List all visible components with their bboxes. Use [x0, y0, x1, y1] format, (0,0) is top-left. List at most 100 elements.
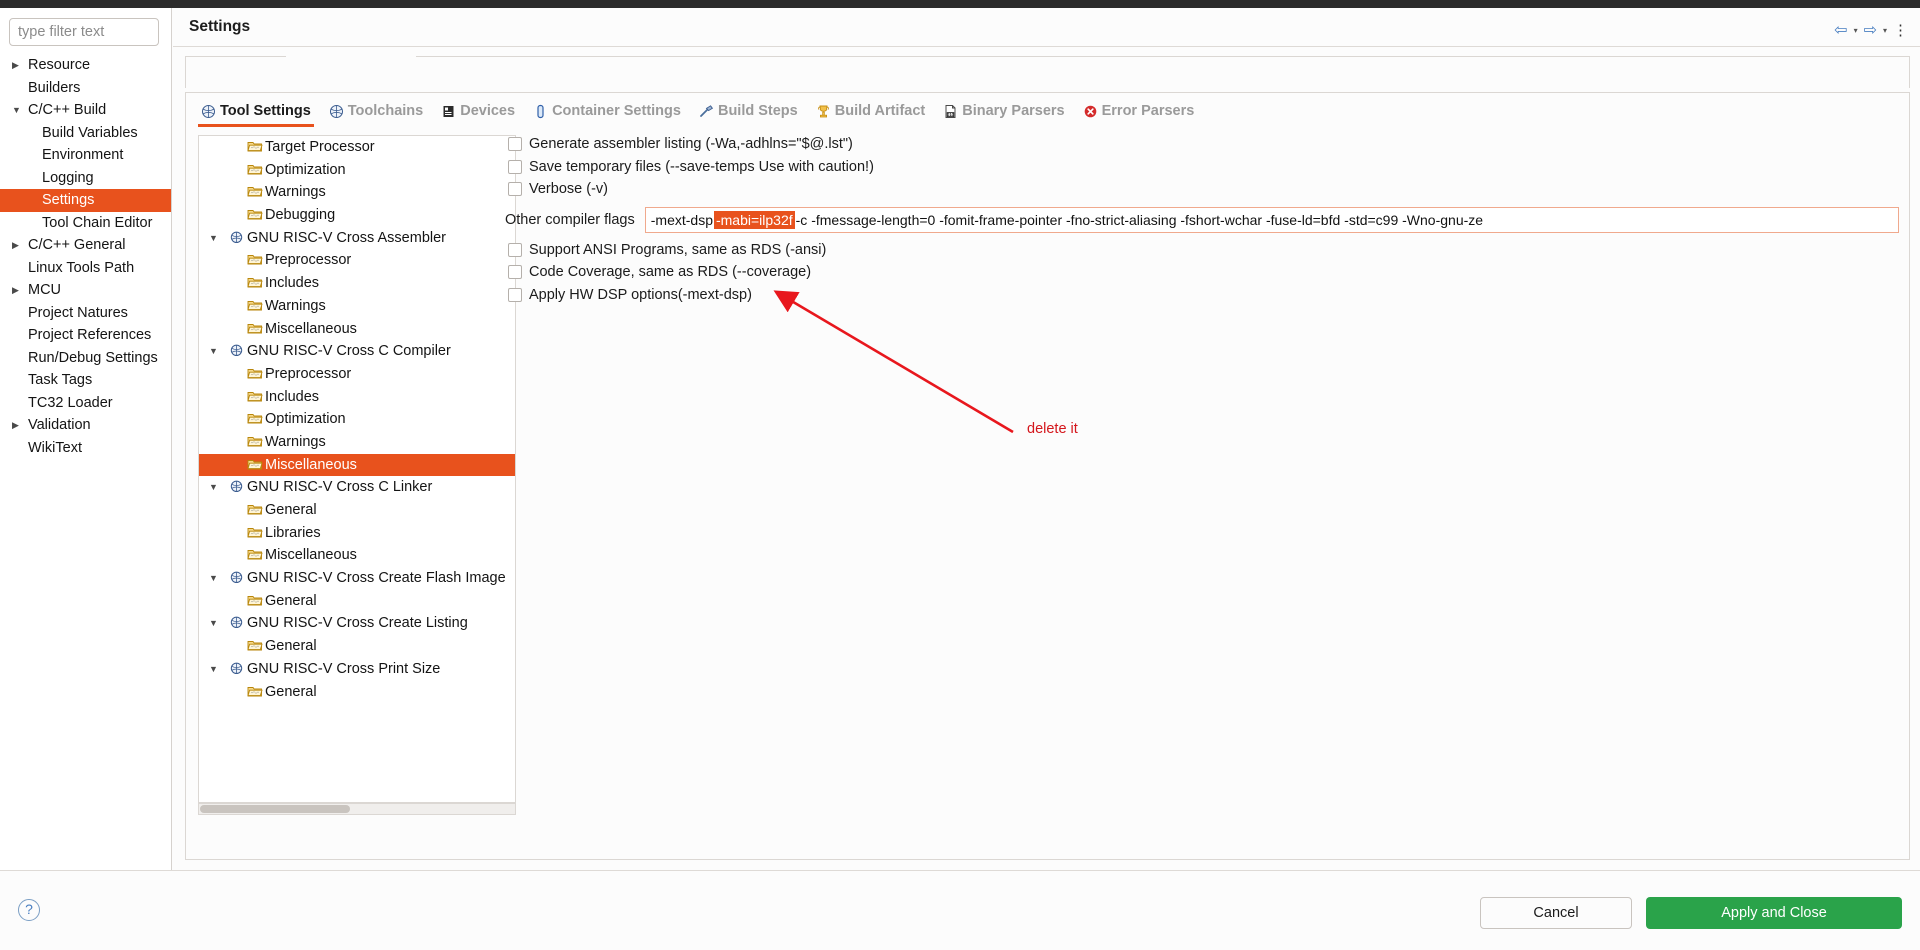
tool-tree-item-general[interactable]: General [199, 635, 515, 658]
sidebar-item-linux-tools-path[interactable]: Linux Tools Path [0, 257, 171, 280]
collapse-arrow-icon[interactable]: ▼ [209, 340, 221, 363]
tool-tree-item-includes[interactable]: Includes [199, 386, 515, 409]
tab-devices[interactable]: Devices [432, 95, 524, 127]
tab-error-parsers[interactable]: Error Parsers [1074, 95, 1204, 127]
tool-tree-item-optimization[interactable]: Optimization [199, 159, 515, 182]
sidebar-item-wikitext[interactable]: WikiText [0, 437, 171, 460]
sidebar-tree: ▶ Resource Builders ▼ C/C++ Build Build Varia… [0, 54, 171, 460]
tool-tree-item-miscellaneous[interactable]: Miscellaneous [199, 544, 515, 567]
tab-tool-settings[interactable]: Tool Settings [192, 95, 320, 127]
tool-tree-item-warnings[interactable]: Warnings [199, 431, 515, 454]
tool-tree-item-gnu-risc-v-cross-create-listing[interactable]: ▼ GNU RISC-V Cross Create Listing [199, 612, 515, 635]
other-compiler-flags-input[interactable]: -mext-dsp -mabi=ilp32f -c -fmessage-leng… [644, 206, 1899, 233]
tool-tree-label: Miscellaneous [265, 320, 357, 337]
sidebar-item-label: TC32 Loader [28, 394, 113, 411]
checkbox-icon[interactable] [508, 265, 522, 279]
folder-icon [247, 206, 263, 220]
tool-tree-label: Target Processor [265, 139, 375, 155]
collapse-arrow-icon[interactable]: ▼ [12, 99, 24, 122]
tool-tree-item-includes[interactable]: Includes [199, 272, 515, 295]
sidebar-item-validation[interactable]: ▶ Validation [0, 414, 171, 437]
apply-and-close-button[interactable]: Apply and Close [1646, 897, 1902, 929]
tool-tree-item-preprocessor[interactable]: Preprocessor [199, 249, 515, 272]
tool-tree-item-target-processor[interactable]: Target Processor [199, 136, 515, 159]
tool-tree-item-gnu-risc-v-cross-c-linker[interactable]: ▼ GNU RISC-V Cross C Linker [199, 476, 515, 499]
tool-tree-item-gnu-risc-v-cross-print-size[interactable]: ▼ GNU RISC-V Cross Print Size [199, 658, 515, 681]
sidebar-item-project-references[interactable]: Project References [0, 324, 171, 347]
sidebar-item-c-c-build[interactable]: ▼ C/C++ Build [0, 99, 171, 122]
tool-tree-item-gnu-risc-v-cross-create-flash-image[interactable]: ▼ GNU RISC-V Cross Create Flash Image [199, 567, 515, 590]
checkbox-icon[interactable] [508, 287, 522, 302]
back-arrow-icon[interactable]: ⇦ [1834, 20, 1847, 40]
tool-tree-item-miscellaneous[interactable]: Miscellaneous [199, 318, 515, 341]
tool-tree-item-preprocessor[interactable]: Preprocessor [199, 363, 515, 386]
tool-tree-item-gnu-risc-v-cross-c-compiler[interactable]: ▼ GNU RISC-V Cross C Compiler [199, 340, 515, 363]
checkbox-row[interactable]: Apply HW DSP options(-mext-dsp) [504, 284, 1899, 307]
forward-dropdown-icon[interactable]: ▾ [1883, 26, 1887, 35]
tool-tree-label: Optimization [265, 161, 346, 178]
sidebar-item-c-c-general[interactable]: ▶ C/C++ General [0, 234, 171, 257]
collapse-arrow-icon[interactable]: ▼ [209, 227, 221, 250]
collapse-arrow-icon[interactable]: ▼ [209, 658, 221, 681]
tool-tree-item-optimization[interactable]: Optimization [199, 408, 515, 431]
sidebar-item-environment[interactable]: Environment [0, 144, 171, 167]
sidebar-item-resource[interactable]: ▶ Resource [0, 54, 171, 77]
sidebar-item-tc32-loader[interactable]: TC32 Loader [0, 392, 171, 415]
checkbox-row[interactable]: Save temporary files (--save-temps Use w… [504, 156, 1899, 179]
collapse-arrow-icon[interactable]: ▼ [209, 567, 221, 590]
checkbox-icon[interactable] [508, 182, 522, 196]
tab-build-steps[interactable]: Build Steps [690, 95, 807, 127]
tab-binary-parsers[interactable]: 010 Binary Parsers [934, 95, 1073, 127]
sidebar-item-label: MCU [28, 282, 62, 298]
sidebar-item-mcu[interactable]: ▶ MCU [0, 279, 171, 302]
tool-tree-item-gnu-risc-v-cross-assembler[interactable]: ▼ GNU RISC-V Cross Assembler [199, 227, 515, 250]
checkbox-icon[interactable] [508, 137, 522, 151]
checkbox-row[interactable]: Verbose (-v) [504, 178, 1899, 201]
expand-arrow-icon[interactable]: ▶ [12, 234, 24, 257]
tool-tree-label: General [265, 683, 317, 700]
forward-arrow-icon[interactable]: ⇨ [1864, 20, 1877, 40]
tool-tree-hscrollbar[interactable] [198, 803, 516, 815]
help-icon[interactable]: ? [18, 899, 40, 921]
tool-tree-item-general[interactable]: General [199, 681, 515, 704]
sidebar-item-settings[interactable]: Settings [0, 189, 171, 212]
sidebar-item-logging[interactable]: Logging [0, 167, 171, 190]
checkbox-row[interactable]: Support ANSI Programs, same as RDS (-ans… [504, 239, 1899, 262]
sidebar-item-project-natures[interactable]: Project Natures [0, 302, 171, 325]
tool-tree-item-warnings[interactable]: Warnings [199, 181, 515, 204]
filter-input[interactable]: type filter text [9, 18, 159, 46]
sidebar-item-build-variables[interactable]: Build Variables [0, 122, 171, 145]
scrollbar-thumb[interactable] [200, 805, 350, 813]
tab-container-settings[interactable]: Container Settings [524, 95, 690, 127]
tool-tree-label: GNU RISC-V Cross Print Size [247, 660, 441, 677]
back-dropdown-icon[interactable]: ▾ [1854, 26, 1858, 35]
sidebar-item-tool-chain-editor[interactable]: Tool Chain Editor [0, 212, 171, 235]
tool-tree-item-general[interactable]: General [199, 590, 515, 613]
collapse-arrow-icon[interactable]: ▼ [209, 476, 221, 499]
view-menu-icon[interactable]: ⋮ [1893, 21, 1908, 39]
nav-icons: ⇦ ▾ ⇨ ▾ ⋮ [1834, 20, 1908, 40]
checkbox-icon[interactable] [508, 159, 522, 174]
tool-tree-item-debugging[interactable]: Debugging [199, 204, 515, 227]
tab-toolchains[interactable]: Toolchains [320, 95, 432, 127]
tool-tree-item-warnings[interactable]: Warnings [199, 295, 515, 318]
checkbox-row[interactable]: Generate assembler listing (-Wa,-adhlns=… [504, 133, 1899, 156]
tab-build-artifact[interactable]: Build Artifact [807, 95, 935, 127]
expand-arrow-icon[interactable]: ▶ [12, 279, 24, 302]
cancel-button[interactable]: Cancel [1480, 897, 1632, 929]
sidebar-item-label: Project References [28, 327, 152, 343]
collapse-arrow-icon[interactable]: ▼ [209, 612, 221, 635]
folder-icon [247, 161, 263, 175]
tool-tree-item-libraries[interactable]: Libraries [199, 522, 515, 545]
checkbox-row[interactable]: Code Coverage, same as RDS (--coverage) [504, 261, 1899, 284]
checkbox-icon[interactable] [508, 242, 522, 257]
tool-tree-item-general[interactable]: General [199, 499, 515, 522]
sidebar-item-run-debug-settings[interactable]: Run/Debug Settings [0, 347, 171, 370]
tool-tree-label: Miscellaneous [265, 547, 357, 564]
tool-tree-item-miscellaneous[interactable]: Miscellaneous [199, 453, 515, 477]
expand-arrow-icon[interactable]: ▶ [12, 414, 24, 437]
sidebar-item-builders[interactable]: Builders [0, 77, 171, 100]
sidebar-item-task-tags[interactable]: Task Tags [0, 369, 171, 392]
tab-label: Toolchains [347, 103, 424, 119]
expand-arrow-icon[interactable]: ▶ [12, 54, 24, 77]
